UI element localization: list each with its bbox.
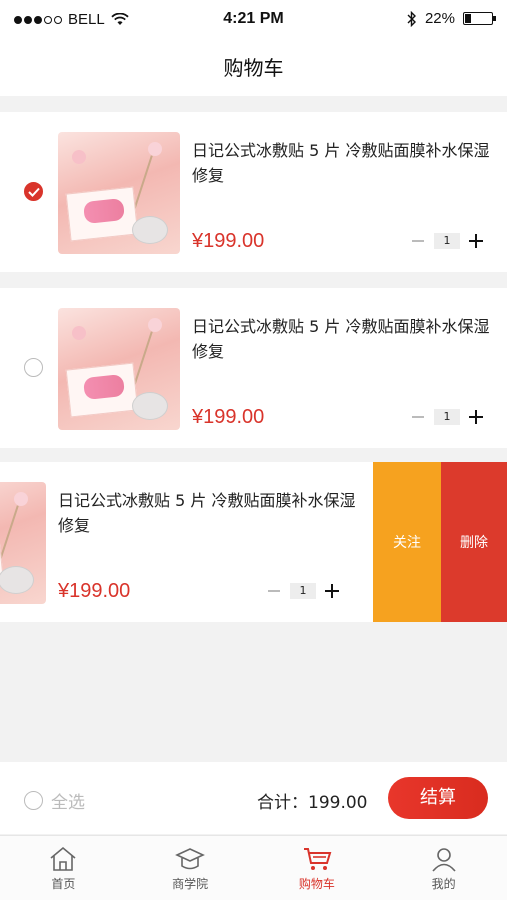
select-all[interactable]: 全选 (24, 788, 85, 813)
cart-icon (303, 848, 332, 870)
select-all-label: 全选 (51, 793, 85, 813)
quantity-value[interactable]: 1 (434, 409, 460, 425)
product-price: ¥199.00 (58, 580, 131, 602)
product-price: ¥199.00 (192, 230, 265, 252)
cart-item: 日记公式冰敷贴 5 片 冷敷贴面膜补水保湿修复 ¥199.00 1 (0, 112, 507, 272)
product-price: ¥199.00 (192, 406, 265, 428)
tab-academy[interactable]: 商学院 (127, 836, 254, 900)
plus-icon[interactable] (468, 406, 484, 428)
battery-icon (463, 12, 496, 25)
tab-label: 商学院 (172, 877, 209, 891)
checkout-bar: 全选 合计：199.00 结算 (0, 762, 507, 834)
user-icon (432, 848, 456, 872)
status-bar: BELL 4:21 PM 22% (0, 0, 507, 40)
product-title[interactable]: 日记公式冰敷贴 5 片 冷敷贴面膜补水保湿修复 (192, 138, 492, 188)
minus-icon[interactable] (410, 230, 426, 252)
quantity-value[interactable]: 1 (290, 583, 316, 599)
product-title[interactable]: 日记公式冰敷贴 5 片 冷敷贴面膜补水保湿修复 (58, 488, 358, 538)
quantity-value[interactable]: 1 (434, 233, 460, 249)
select-all-checkbox[interactable] (24, 791, 43, 810)
total-amount: 合计：199.00 (257, 793, 368, 813)
tab-mine[interactable]: 我的 (380, 836, 507, 900)
product-image[interactable] (0, 482, 46, 604)
minus-icon[interactable] (266, 580, 282, 602)
tab-cart[interactable]: 购物车 (254, 836, 381, 900)
battery-percent: 22% (424, 10, 455, 27)
graduation-cap-icon (175, 848, 206, 870)
plus-icon[interactable] (324, 580, 340, 602)
quantity-stepper: 1 (266, 580, 340, 602)
tab-label: 购物车 (298, 877, 335, 891)
product-image[interactable] (58, 308, 180, 430)
cart-item: 日记公式冰敷贴 5 片 冷敷贴面膜补水保湿修复 ¥199.00 1 (0, 288, 507, 448)
tab-label: 首页 (51, 877, 76, 891)
cart-item-swiped[interactable]: 日记公式冰敷贴 5 片 冷敷贴面膜补水保湿修复 ¥199.00 1 关注 删除 (0, 462, 507, 622)
home-icon (50, 846, 76, 871)
page-title: 购物车 (0, 40, 507, 96)
checkout-button[interactable]: 结算 (388, 777, 488, 819)
tab-label: 我的 (431, 877, 456, 891)
quantity-stepper: 1 (410, 230, 484, 252)
follow-button[interactable]: 关注 (373, 462, 441, 622)
tab-bar: 首页 商学院 购物车 我的 (0, 835, 507, 900)
minus-icon[interactable] (410, 406, 426, 428)
delete-button[interactable]: 删除 (441, 462, 507, 622)
plus-icon[interactable] (468, 230, 484, 252)
item-checkbox[interactable] (24, 358, 43, 377)
status-right: 22% (407, 10, 496, 27)
tab-home[interactable]: 首页 (0, 836, 127, 900)
bluetooth-icon (407, 10, 416, 27)
product-image[interactable] (58, 132, 180, 254)
quantity-stepper: 1 (410, 406, 484, 428)
item-checkbox[interactable] (24, 182, 43, 201)
checkmark-icon (28, 187, 40, 197)
product-title[interactable]: 日记公式冰敷贴 5 片 冷敷贴面膜补水保湿修复 (192, 314, 492, 364)
